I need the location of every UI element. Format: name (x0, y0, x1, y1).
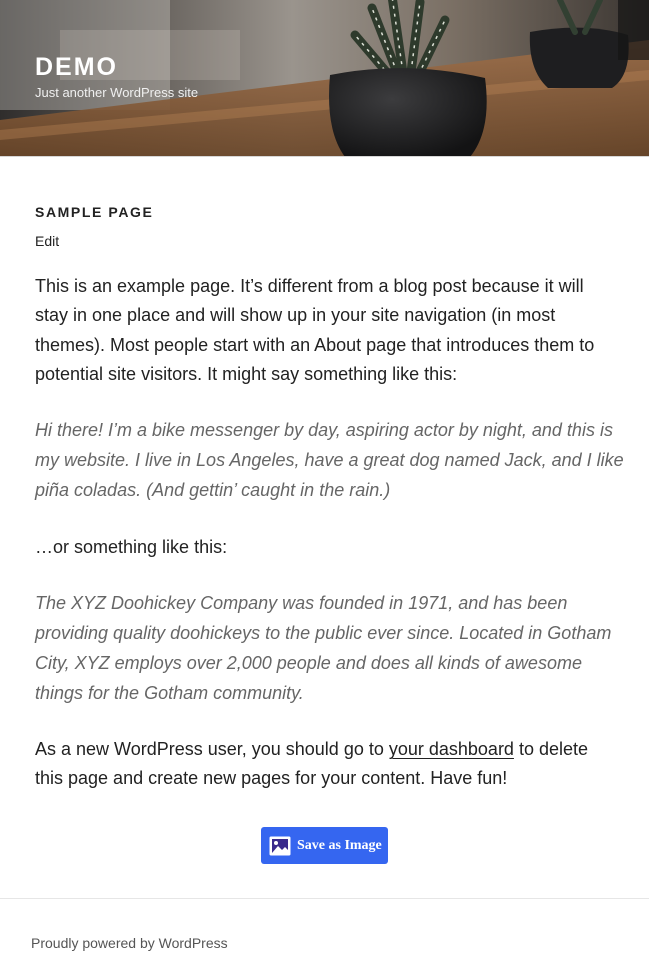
example-quote-1: Hi there! I’m a bike messenger by day, a… (35, 420, 624, 500)
footer-divider (0, 898, 649, 899)
dashboard-link[interactable]: your dashboard (389, 739, 514, 759)
page-title: SAMPLE PAGE (35, 204, 154, 220)
image-icon (269, 836, 291, 856)
transition-paragraph: …or something like this: (35, 537, 228, 557)
site-title[interactable]: DEMO (35, 52, 118, 82)
dashboard-paragraph: As a new WordPress user, you should go t… (35, 735, 620, 794)
save-as-image-button[interactable]: Save as Image (261, 827, 388, 864)
save-as-image-label: Save as Image (297, 837, 382, 853)
edit-link[interactable]: Edit (35, 232, 59, 250)
dashboard-text-before: As a new WordPress user, you should go t… (35, 739, 389, 759)
header-divider (0, 156, 649, 157)
intro-paragraph: This is an example page. It’s different … (35, 276, 595, 384)
footer-credit-link[interactable]: Proudly powered by WordPress (31, 934, 228, 952)
site-header: DEMO Just another WordPress site (0, 0, 649, 157)
site-tagline: Just another WordPress site (35, 85, 199, 100)
example-quote-2: The XYZ Doohickey Company was founded in… (35, 593, 612, 703)
